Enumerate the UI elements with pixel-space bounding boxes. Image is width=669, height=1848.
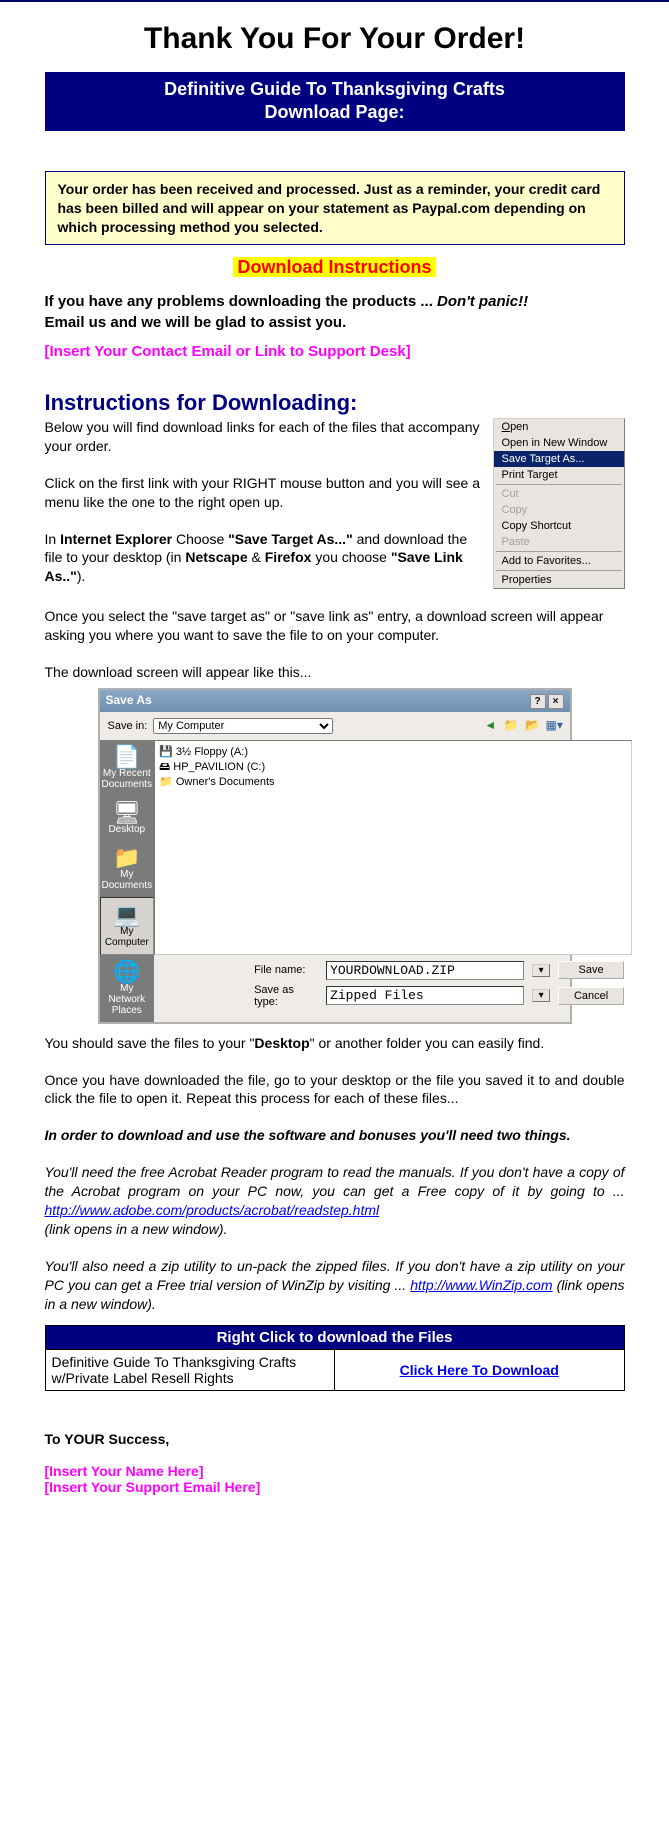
menu-paste: Paste xyxy=(494,534,624,550)
save-button[interactable]: Save xyxy=(558,961,624,979)
network-icon: 🌐 xyxy=(102,961,153,983)
problems-text: If you have any problems downloading the… xyxy=(45,292,625,333)
table-header: Right Click to download the Files xyxy=(45,1326,624,1350)
instruction-para-8: In order to download and use the softwar… xyxy=(45,1126,625,1145)
close-icon[interactable]: × xyxy=(548,694,564,709)
problems-panic: Don't panic!! xyxy=(437,293,528,310)
download-instructions-label: Download Instructions xyxy=(45,257,625,278)
instruction-para-5: The download screen will appear like thi… xyxy=(45,663,625,682)
list-item[interactable]: 💾 3½ Floppy (A:) xyxy=(159,745,627,760)
instruction-para-4: Once you select the "save target as" or … xyxy=(45,607,625,645)
places-bar: 📄My Recent Documents 🖥Desktop 📁My Docume… xyxy=(100,740,155,1022)
instruction-para-6: You should save the files to your "Deskt… xyxy=(45,1034,625,1053)
views-icon[interactable]: ▦▾ xyxy=(546,718,562,734)
product-name-cell: Definitive Guide To Thanksgiving Crafts … xyxy=(45,1350,335,1391)
place-computer[interactable]: 💻My Computer xyxy=(100,897,155,955)
save-type-label: Save as type: xyxy=(254,984,318,1008)
recent-icon: 📄 xyxy=(102,746,153,768)
signoff-block: To YOUR Success, [Insert Your Name Here]… xyxy=(45,1431,625,1495)
banner-line-1: Definitive Guide To Thanksgiving Crafts xyxy=(164,79,505,99)
signoff-success: To YOUR Success, xyxy=(45,1431,625,1447)
adobe-link[interactable]: http://www.adobe.com/products/acrobat/re… xyxy=(45,1202,380,1218)
instruction-para-10: You'll also need a zip utility to un-pac… xyxy=(45,1257,625,1314)
download-table: Right Click to download the Files Defini… xyxy=(45,1325,625,1391)
menu-save-target-as[interactable]: Save Target As... xyxy=(494,451,624,467)
save-in-dropdown[interactable]: My Computer xyxy=(153,718,333,734)
instruction-para-9: You'll need the free Acrobat Reader prog… xyxy=(45,1163,625,1239)
contact-placeholder: [Insert Your Contact Email or Link to Su… xyxy=(45,343,625,360)
savetype-dropdown-icon[interactable]: ▾ xyxy=(532,989,550,1002)
file-listing[interactable]: 💾 3½ Floppy (A:) 🖴 HP_PAVILION (C:) 📁 Ow… xyxy=(154,740,632,955)
problems-line-1a: If you have any problems downloading the… xyxy=(45,293,438,310)
download-link[interactable]: Click Here To Download xyxy=(400,1362,559,1378)
computer-icon: 💻 xyxy=(103,904,152,926)
download-link-cell: Click Here To Download xyxy=(335,1350,625,1391)
menu-copy-shortcut[interactable]: Copy Shortcut xyxy=(494,518,624,534)
dialog-titlebar: Save As ?× xyxy=(100,690,570,712)
menu-print-target[interactable]: Print Target xyxy=(494,467,624,483)
place-documents[interactable]: 📁My Documents xyxy=(100,841,155,897)
download-instructions-text: Download Instructions xyxy=(233,257,435,277)
order-confirmation-box: Your order has been received and process… xyxy=(45,171,625,246)
save-as-dialog: Save As ?× Save in: My Computer ◄ 📁 📂 ▦▾… xyxy=(98,688,572,1024)
up-icon[interactable]: 📁 xyxy=(503,718,519,734)
winzip-link[interactable]: http://www.WinZip.com xyxy=(410,1277,552,1293)
list-item[interactable]: 📁 Owner's Documents xyxy=(159,775,627,790)
place-network[interactable]: 🌐My Network Places xyxy=(100,955,155,1022)
menu-add-favorites[interactable]: Add to Favorites... xyxy=(494,553,624,569)
filename-dropdown-icon[interactable]: ▾ xyxy=(532,964,550,977)
page-title: Thank You For Your Order! xyxy=(45,22,625,56)
dialog-title: Save As xyxy=(106,693,152,709)
product-banner: Definitive Guide To Thanksgiving Crafts … xyxy=(45,72,625,131)
file-name-label: File name: xyxy=(254,964,318,976)
menu-cut: Cut xyxy=(494,486,624,502)
banner-line-2: Download Page: xyxy=(264,102,404,122)
help-icon[interactable]: ? xyxy=(530,694,546,709)
menu-properties[interactable]: Properties xyxy=(494,572,624,588)
list-item[interactable]: 🖴 HP_PAVILION (C:) xyxy=(159,760,627,775)
documents-icon: 📁 xyxy=(102,847,153,869)
file-name-input[interactable] xyxy=(326,961,524,980)
desktop-icon: 🖥 xyxy=(102,802,153,824)
menu-separator xyxy=(496,484,622,485)
menu-open-new-window[interactable]: Open in New Window xyxy=(494,435,624,451)
problems-line-2: Email us and we will be glad to assist y… xyxy=(45,314,347,331)
context-menu: Open Open in New Window Save Target As..… xyxy=(493,418,625,589)
back-icon[interactable]: ◄ xyxy=(482,718,498,734)
place-desktop[interactable]: 🖥Desktop xyxy=(100,796,155,841)
instruction-para-7: Once you have downloaded the file, go to… xyxy=(45,1071,625,1109)
signoff-email: [Insert Your Support Email Here] xyxy=(45,1479,625,1495)
place-recent[interactable]: 📄My Recent Documents xyxy=(100,740,155,796)
menu-separator xyxy=(496,551,622,552)
signoff-name: [Insert Your Name Here] xyxy=(45,1463,625,1479)
instructions-header: Instructions for Downloading: xyxy=(45,390,625,416)
cancel-button[interactable]: Cancel xyxy=(558,987,624,1005)
new-folder-icon[interactable]: 📂 xyxy=(524,718,540,734)
menu-separator xyxy=(496,570,622,571)
menu-copy: Copy xyxy=(494,502,624,518)
save-in-label: Save in: xyxy=(108,720,148,732)
save-type-input[interactable] xyxy=(326,986,524,1005)
menu-open[interactable]: Open xyxy=(494,419,624,435)
